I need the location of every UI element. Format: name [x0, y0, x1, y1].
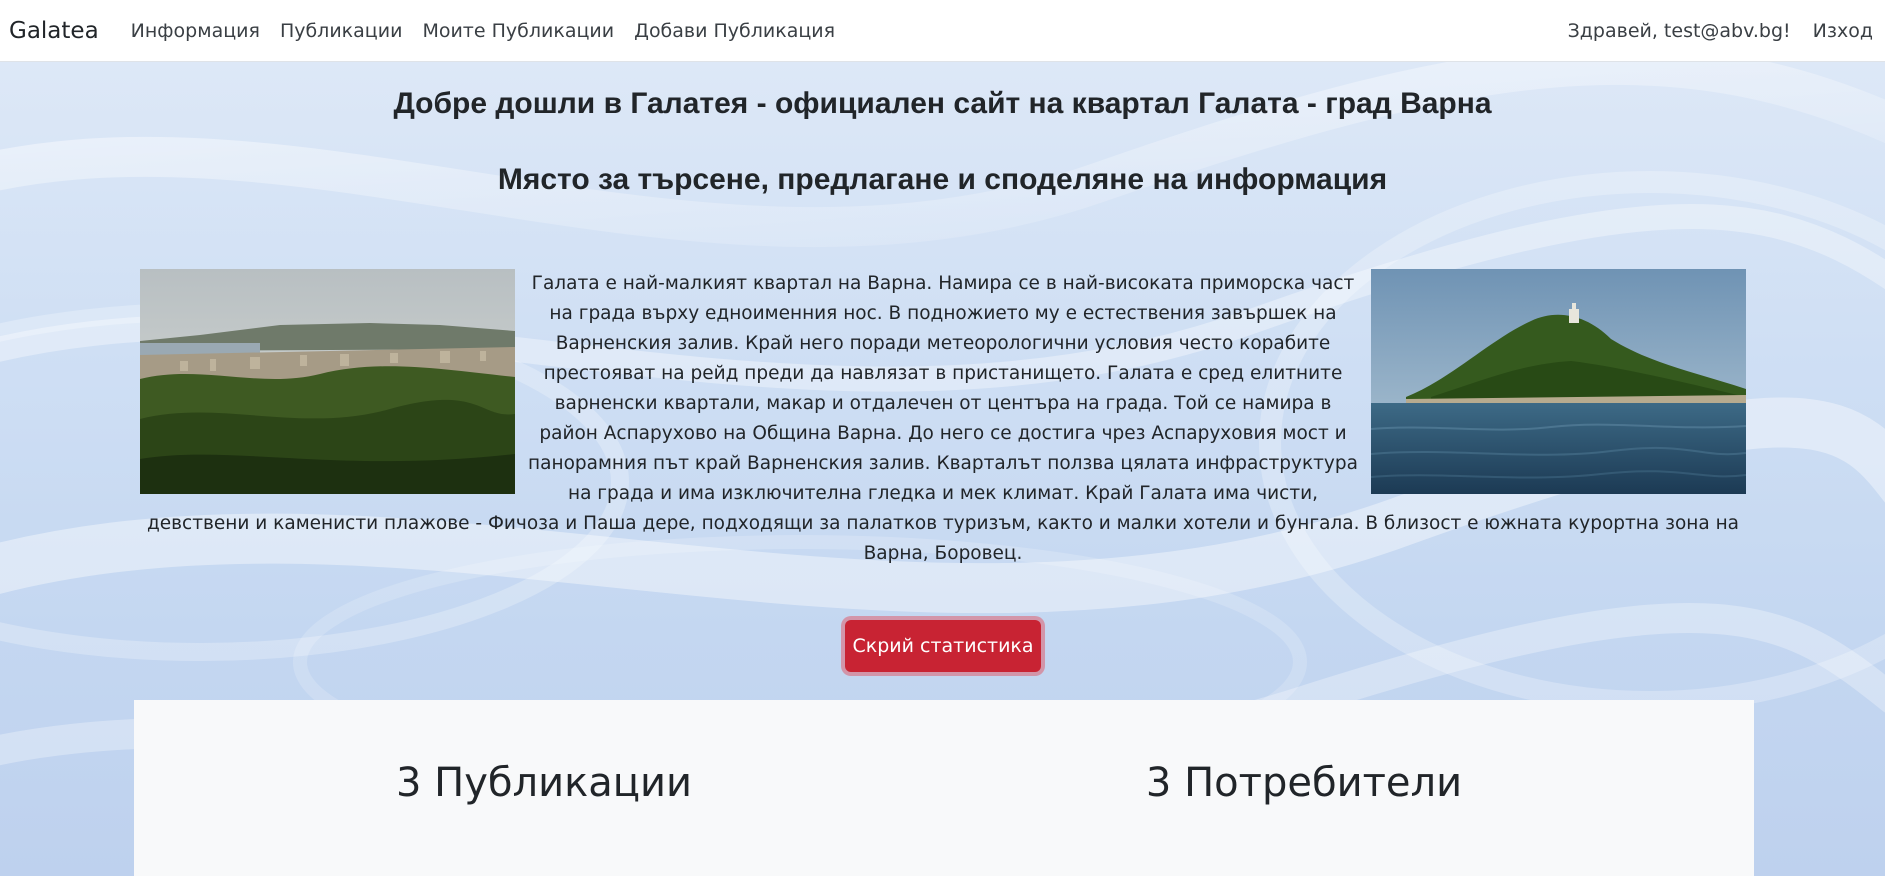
intro-section: Галата е най-малкият квартал на Варна. Н…: [140, 269, 1746, 569]
page-title: Добре дошли в Галатея - официален сайт н…: [393, 87, 1492, 120]
navbar: Galatea Информация Публикации Моите Публ…: [0, 0, 1885, 62]
stats-panel: 3 Публикации 3 Потребители: [134, 700, 1754, 876]
logout-link[interactable]: Изход: [1813, 20, 1873, 42]
nav-link-info[interactable]: Информация: [131, 20, 260, 42]
varna-panorama-image: [140, 269, 515, 494]
stat-users: 3 Потребители: [1145, 760, 1463, 806]
nav-user-area: Здравей, test@abv.bg! Изход: [1568, 20, 1873, 42]
hide-stats-button[interactable]: Скрий статистика: [845, 620, 1041, 672]
nav-link-publications[interactable]: Публикации: [280, 20, 403, 42]
stat-publications: 3 Публикации: [395, 760, 693, 806]
nav-link-add-publication[interactable]: Добави Публикация: [634, 20, 835, 42]
page-subtitle: Място за търсене, предлагане и споделяне…: [497, 163, 1388, 196]
galata-cape-image: [1371, 269, 1746, 494]
user-greeting[interactable]: Здравей, test@abv.bg!: [1568, 20, 1791, 42]
brand-link[interactable]: Galatea: [9, 18, 99, 44]
nav-link-my-publications[interactable]: Моите Публикации: [422, 20, 614, 42]
